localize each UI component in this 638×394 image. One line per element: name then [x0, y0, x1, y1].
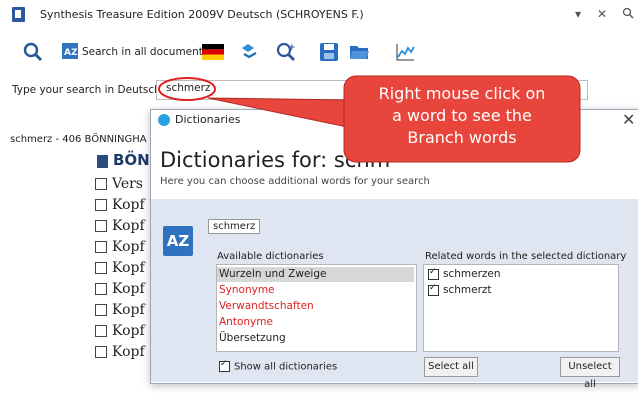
result-header: schmerz - 406 BÖNNINGHA: [10, 134, 147, 145]
checkbox[interactable]: [95, 346, 107, 358]
german-flag-icon[interactable]: [202, 44, 224, 60]
checkbox[interactable]: [95, 325, 107, 337]
az-dictionary-icon: AZ: [163, 226, 193, 256]
magnifier-icon[interactable]: [622, 7, 634, 22]
checkbox[interactable]: [95, 304, 107, 316]
dialog-close-icon[interactable]: ✕: [622, 110, 635, 129]
related-word-item[interactable]: schmerzen: [428, 267, 501, 280]
search-icon[interactable]: [22, 41, 44, 63]
window-titlebar: Synthesis Treasure Edition 2009V Deutsch…: [0, 0, 638, 31]
dialog-app-icon: [158, 114, 170, 126]
az-search-icon[interactable]: AZ: [62, 43, 78, 59]
result-item[interactable]: Kopf: [95, 323, 145, 339]
zoom-plus-icon[interactable]: +: [275, 41, 297, 63]
save-icon[interactable]: [318, 41, 340, 63]
related-word-label: schmerzt: [443, 284, 492, 296]
search-all-documents-button[interactable]: Search in all documents: [82, 46, 208, 58]
result-item[interactable]: Kopf: [95, 239, 145, 255]
related-word-item[interactable]: schmerzt: [428, 283, 492, 296]
word-chip[interactable]: schmerz: [208, 219, 261, 234]
checkbox-checked[interactable]: [428, 267, 439, 280]
unselect-all-button[interactable]: Unselect all: [560, 357, 620, 390]
callout-line-2: a word to see the: [392, 106, 532, 125]
select-all-button[interactable]: Select all: [424, 357, 478, 377]
result-item[interactable]: Kopf: [95, 344, 145, 360]
dropdown-icon[interactable]: ▾: [575, 7, 581, 21]
chart-icon[interactable]: [394, 41, 416, 63]
svg-text:+: +: [288, 43, 296, 53]
app-icon: [12, 7, 25, 22]
result-item[interactable]: Kopf: [95, 302, 145, 318]
result-item-label: Kopf: [112, 260, 145, 276]
dialog-title: Dictionaries: [175, 113, 241, 126]
result-item-label: Kopf: [112, 239, 145, 255]
dictionary-item-uebersetzung[interactable]: Übersetzung: [219, 332, 286, 344]
result-item[interactable]: Kopf: [95, 197, 145, 213]
result-item-label: Kopf: [112, 302, 145, 318]
result-item[interactable]: Kopf: [95, 281, 145, 297]
dictionary-item-verwandtschaften[interactable]: Verwandtschaften: [219, 300, 314, 312]
checkbox[interactable]: [95, 199, 107, 211]
dialog-subtitle: Here you can choose additional words for…: [160, 176, 430, 187]
checkbox[interactable]: [95, 241, 107, 253]
callout-line-3: Branch words: [407, 128, 517, 147]
window-title: Synthesis Treasure Edition 2009V Deutsch…: [40, 8, 364, 21]
result-title: BÖN: [113, 151, 150, 169]
callout-text: Right mouse click on a word to see the B…: [352, 83, 572, 149]
result-item[interactable]: Kopf: [95, 260, 145, 276]
checkbox[interactable]: [95, 220, 107, 232]
checkbox-checked[interactable]: [219, 359, 230, 372]
result-item[interactable]: Vers: [95, 176, 143, 192]
svg-text:AZ: AZ: [64, 48, 78, 58]
result-item-label: Kopf: [112, 323, 145, 339]
result-item-label: Kopf: [112, 344, 145, 360]
dialog-heading: Dictionaries for: schm: [160, 148, 391, 172]
result-item-label: Kopf: [112, 197, 145, 213]
checkbox[interactable]: [95, 178, 107, 190]
callout-line-1: Right mouse click on: [378, 84, 546, 103]
checkbox[interactable]: [95, 283, 107, 295]
dictionary-item-synonyme[interactable]: Synonyme: [219, 284, 275, 296]
search-label: Type your search in Deutsch: [12, 84, 161, 96]
result-item[interactable]: Kopf: [95, 218, 145, 234]
checkbox-checked[interactable]: [428, 283, 439, 296]
hierarchy-icon[interactable]: [238, 41, 260, 63]
result-item-label: Kopf: [112, 281, 145, 297]
checkbox[interactable]: [95, 262, 107, 274]
dictionary-item-antonyme[interactable]: Antonyme: [219, 316, 273, 328]
related-word-label: schmerzen: [443, 268, 501, 280]
show-all-label: Show all dictionaries: [234, 361, 338, 373]
related-words-label: Related words in the selected dictionary: [425, 251, 627, 262]
result-item-label: Vers: [112, 176, 143, 192]
result-item-label: Kopf: [112, 218, 145, 234]
dictionary-item-wurzeln[interactable]: Wurzeln und Zweige: [219, 268, 326, 280]
close-icon[interactable]: ✕: [597, 7, 607, 21]
search-input-value: schmerz: [166, 82, 211, 94]
show-all-dictionaries-checkbox[interactable]: Show all dictionaries: [219, 359, 338, 373]
available-dictionaries-label: Available dictionaries: [217, 251, 324, 262]
book-icon: [97, 155, 108, 168]
open-folder-icon[interactable]: [348, 41, 370, 63]
